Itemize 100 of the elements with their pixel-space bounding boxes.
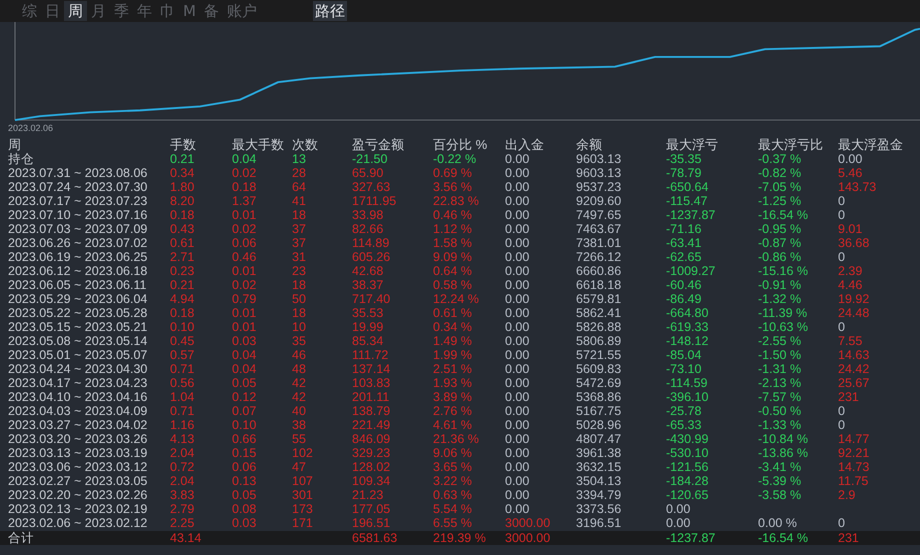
table-cell-text: 114.89 bbox=[352, 236, 390, 250]
period-tab[interactable]: 月 bbox=[87, 1, 110, 21]
table-cell-text: 171 bbox=[292, 516, 314, 530]
table-cell-text: -16.54 % bbox=[758, 531, 810, 545]
table-cell-text: 0 bbox=[838, 516, 846, 530]
table-cell-text: 2023.02.27 ~ 2023.03.05 bbox=[8, 474, 148, 488]
table-cell-text: -1009.27 bbox=[666, 264, 716, 278]
table-cell-text: 0.05 bbox=[232, 376, 258, 390]
period-tab[interactable]: M bbox=[179, 1, 200, 21]
table-cell-text: 42 bbox=[292, 390, 307, 404]
table-cell-text: -530.10 bbox=[666, 446, 710, 460]
table-cell-text: 2023.03.13 ~ 2023.03.19 bbox=[8, 446, 148, 460]
table-cell-text: 9.01 bbox=[838, 222, 864, 236]
table-cell-text: 7497.65 bbox=[576, 208, 622, 222]
table-cell-text: 42.68 bbox=[352, 264, 384, 278]
table-cell-text: -21.50 bbox=[352, 152, 388, 166]
table-cell-text: 5167.75 bbox=[576, 404, 622, 418]
table-cell-text: 85.34 bbox=[352, 334, 384, 348]
table-cell-text: 7266.12 bbox=[576, 250, 622, 264]
table-cell-text: 6579.81 bbox=[576, 292, 622, 306]
table-cell-text: 0.21 bbox=[170, 152, 196, 166]
period-tab[interactable]: 综 bbox=[18, 1, 41, 21]
table-cell-text: 0.61 bbox=[170, 236, 196, 250]
table-cell-text: 0.72 bbox=[170, 460, 196, 474]
table-cell-text: 0.04 bbox=[232, 152, 258, 166]
table-cell-text: 0.00 bbox=[505, 446, 530, 460]
table-cell-text: 2023.05.22 ~ 2023.05.28 bbox=[8, 306, 148, 320]
table-cell-text: 173 bbox=[292, 502, 314, 516]
table-cell-text: 0.00 bbox=[666, 516, 692, 530]
table-cell-text: 2023.07.24 ~ 2023.07.30 bbox=[8, 180, 148, 194]
period-tab[interactable]: 巾 bbox=[156, 1, 179, 21]
period-tab[interactable]: 周 bbox=[64, 1, 87, 21]
table-cell-text: 4.46 bbox=[838, 278, 864, 292]
table-cell-text: 0.00 bbox=[505, 488, 530, 502]
table-cell-text: 2023.04.17 ~ 2023.04.23 bbox=[8, 376, 148, 390]
table-cell-text: 5826.88 bbox=[576, 320, 622, 334]
table-cell-text: 0.06 bbox=[232, 460, 258, 474]
table-cell-text: 7.55 bbox=[838, 334, 864, 348]
table-cell-text: 4.61 % bbox=[433, 418, 473, 432]
table-cell-text: -78.79 bbox=[666, 166, 702, 180]
table-cell-text: 0.00 bbox=[505, 474, 530, 488]
table-cell-text: 42 bbox=[292, 376, 307, 390]
column-header: 余额 bbox=[576, 138, 603, 152]
table-cell-text: 0.03 bbox=[232, 334, 258, 348]
path-button[interactable]: 路径 bbox=[312, 1, 347, 21]
period-tab[interactable]: 日 bbox=[41, 1, 64, 21]
table-cell-text: -1237.87 bbox=[666, 208, 716, 222]
table-cell-text: 2023.03.06 ~ 2023.03.12 bbox=[8, 460, 148, 474]
table-cell-text: 0.64 % bbox=[433, 264, 473, 278]
table-cell-text: 0.05 bbox=[232, 488, 258, 502]
period-tab[interactable]: 备 bbox=[200, 1, 223, 21]
table-cell-text: 23 bbox=[292, 264, 307, 278]
table-cell-text: -430.99 bbox=[666, 432, 710, 446]
table-cell-text: 219.39 % bbox=[433, 531, 487, 545]
table-cell-text: 36.68 bbox=[838, 236, 870, 250]
table-cell-text: 19.92 bbox=[838, 292, 870, 306]
table-cell-text: 2023.06.26 ~ 2023.07.02 bbox=[8, 236, 148, 250]
table-cell-text: -25.78 bbox=[666, 404, 702, 418]
table-cell-text: -13.86 % bbox=[758, 446, 810, 460]
table-cell-text: 33.98 bbox=[352, 208, 384, 222]
table-cell-text: 1711.95 bbox=[352, 194, 398, 208]
table-cell-text: 3.56 % bbox=[433, 180, 473, 194]
table-cell-text: 327.63 bbox=[352, 180, 392, 194]
table-cell-text: 3000.00 bbox=[505, 516, 552, 530]
table-cell-text: 1.93 % bbox=[433, 376, 473, 390]
table-cell-text: -1.31 % bbox=[758, 362, 802, 376]
table-cell-text: 128.02 bbox=[352, 460, 392, 474]
table-cell-text: -2.55 % bbox=[758, 334, 802, 348]
table-cell-text: 231 bbox=[838, 531, 860, 545]
table-cell-text: 177.05 bbox=[352, 502, 392, 516]
table-cell-text: 2023.07.03 ~ 2023.07.09 bbox=[8, 222, 148, 236]
period-tab[interactable]: 年 bbox=[133, 1, 156, 21]
table-cell-text: 0.00 bbox=[505, 404, 530, 418]
table-cell-text: 1.58 % bbox=[433, 236, 473, 250]
table-cell-text: 38 bbox=[292, 418, 307, 432]
table-cell-text: -619.33 bbox=[666, 320, 710, 334]
column-header: 盈亏金额 bbox=[352, 138, 405, 152]
table-cell-text: -0.50 % bbox=[758, 404, 802, 418]
table-cell-text: 2023.04.10 ~ 2023.04.16 bbox=[8, 390, 148, 404]
table-cell-text: 107 bbox=[292, 474, 314, 488]
table-cell-text: -0.22 % bbox=[433, 152, 478, 166]
period-tab[interactable]: 季 bbox=[110, 1, 133, 21]
table-cell-text: 201.11 bbox=[352, 390, 390, 404]
table-cell-text: -60.46 bbox=[666, 278, 702, 292]
table-cell-text: 5.54 % bbox=[433, 502, 473, 516]
table-cell-text: 0.13 bbox=[232, 474, 258, 488]
table-cell-text: -86.49 bbox=[666, 292, 702, 306]
table-cell-text: 0.69 % bbox=[433, 166, 473, 180]
table-cell-text: -73.10 bbox=[666, 362, 702, 376]
table-cell-text: 0.00 bbox=[505, 334, 530, 348]
table-cell-text: 143.73 bbox=[838, 180, 878, 194]
period-tab[interactable]: 账户 bbox=[222, 1, 261, 21]
table-cell-text: 0.04 bbox=[232, 348, 258, 362]
table-cell-text: 0 bbox=[838, 208, 846, 222]
table-cell-text: 9.09 % bbox=[433, 250, 473, 264]
table-cell-text: 92.21 bbox=[838, 446, 870, 460]
table-cell-text: 103.83 bbox=[352, 376, 392, 390]
table-cell-text: 1.80 bbox=[170, 180, 196, 194]
table-cell-text: 0.57 bbox=[170, 348, 196, 362]
table-cell-text: 0.18 bbox=[232, 180, 258, 194]
